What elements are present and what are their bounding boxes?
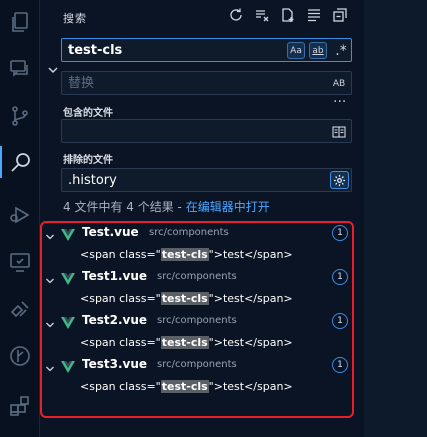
use-regex-toggle[interactable]: .*: [332, 42, 350, 59]
include-files-input-container: [61, 119, 352, 143]
match-highlight: test-cls: [160, 248, 209, 261]
results-summary-text: 4 文件中有 4 个结果 -: [63, 200, 186, 214]
vue-file-icon: [61, 358, 75, 373]
match-prefix: <span class=": [80, 336, 161, 349]
search-input-container: Aa ab .*: [61, 38, 352, 62]
results-summary: 4 文件中有 4 个结果 - 在编辑器中打开: [63, 198, 270, 215]
result-count-badge: 1: [332, 313, 348, 329]
include-files-input[interactable]: [68, 123, 318, 140]
match-highlight: test-cls: [160, 336, 209, 349]
new-search-editor-icon[interactable]: [279, 6, 297, 24]
result-match-row[interactable]: <span class="test-cls">test</span>: [80, 244, 360, 266]
match-whole-word-toggle[interactable]: ab: [309, 42, 327, 59]
result-file-path: src/components: [157, 315, 237, 326]
vue-file-icon: [61, 270, 75, 285]
panel-title: 搜索: [63, 12, 87, 25]
match-suffix: ">test</span>: [208, 248, 293, 261]
collapse-all-icon[interactable]: [331, 6, 349, 24]
match-suffix: ">test</span>: [208, 292, 293, 305]
result-file-path: src/components: [157, 359, 237, 370]
result-match-row[interactable]: <span class="test-cls">test</span>: [80, 376, 360, 398]
open-in-editor-link[interactable]: 在编辑器中打开: [186, 200, 270, 214]
open-editors-book-icon[interactable]: [332, 124, 346, 138]
result-match-row[interactable]: <span class="test-cls">test</span>: [80, 332, 360, 354]
refresh-icon[interactable]: [227, 6, 245, 24]
source-control-icon[interactable]: [4, 100, 36, 132]
preserve-case-toggle[interactable]: AB: [330, 75, 348, 92]
include-files-label: 包含的文件: [63, 108, 113, 119]
result-file-row[interactable]: Test2.vue src/components 1: [41, 310, 364, 332]
vue-file-icon: [61, 314, 75, 329]
explorer-icon[interactable]: [4, 6, 36, 38]
search-icon[interactable]: [0, 146, 40, 178]
match-prefix: <span class=": [80, 248, 161, 261]
comments-icon[interactable]: [4, 52, 36, 84]
match-suffix: ">test</span>: [208, 380, 293, 393]
search-input[interactable]: [68, 42, 278, 59]
match-case-toggle[interactable]: Aa: [287, 42, 305, 59]
clear-results-icon[interactable]: [253, 6, 271, 24]
result-file-row[interactable]: Test.vue src/components 1: [41, 222, 364, 244]
exclude-files-input[interactable]: [68, 172, 268, 189]
extensions-blocks-icon[interactable]: [4, 390, 36, 422]
result-file-row[interactable]: Test3.vue src/components 1: [41, 354, 364, 376]
match-highlight: test-cls: [160, 292, 209, 305]
exclude-files-input-container: [61, 168, 352, 192]
editor-background: [364, 0, 427, 437]
extension-icon[interactable]: [4, 294, 36, 326]
result-file-name: Test1.vue: [82, 269, 148, 283]
chevron-down-icon[interactable]: [45, 227, 55, 240]
replace-input[interactable]: [68, 75, 268, 92]
result-count-badge: 1: [332, 357, 348, 373]
more-options-icon[interactable]: ···: [333, 94, 346, 110]
activity-bar: [0, 0, 40, 437]
match-prefix: <span class=": [80, 292, 161, 305]
search-panel: 搜索 Aa ab .* AB ··· 包含的文件 排除的文件: [41, 0, 392, 437]
match-suffix: ">test</span>: [208, 336, 293, 349]
chevron-down-icon[interactable]: [45, 271, 55, 284]
replace-input-container: AB: [61, 71, 352, 95]
toggle-replace-chevron-icon[interactable]: [47, 61, 59, 73]
result-file-path: src/components: [149, 227, 229, 238]
match-prefix: <span class=": [80, 380, 161, 393]
result-file-name: Test.vue: [82, 225, 139, 239]
chevron-down-icon[interactable]: [45, 315, 55, 328]
result-file-name: Test3.vue: [82, 357, 148, 371]
result-count-badge: 1: [332, 225, 348, 241]
match-highlight: test-cls: [160, 380, 209, 393]
result-match-row[interactable]: <span class="test-cls">test</span>: [80, 288, 360, 310]
use-exclude-settings-gear-icon[interactable]: [330, 171, 349, 189]
git-graph-icon[interactable]: [4, 340, 36, 372]
result-file-row[interactable]: Test1.vue src/components 1: [41, 266, 364, 288]
chevron-down-icon[interactable]: [45, 359, 55, 372]
result-file-path: src/components: [157, 271, 237, 282]
run-debug-icon[interactable]: [4, 198, 36, 230]
vue-file-icon: [61, 226, 75, 241]
result-count-badge: 1: [332, 269, 348, 285]
exclude-files-label: 排除的文件: [63, 155, 113, 166]
remote-explorer-icon[interactable]: [4, 246, 36, 278]
view-as-tree-icon[interactable]: [305, 6, 323, 24]
result-file-name: Test2.vue: [82, 313, 148, 327]
